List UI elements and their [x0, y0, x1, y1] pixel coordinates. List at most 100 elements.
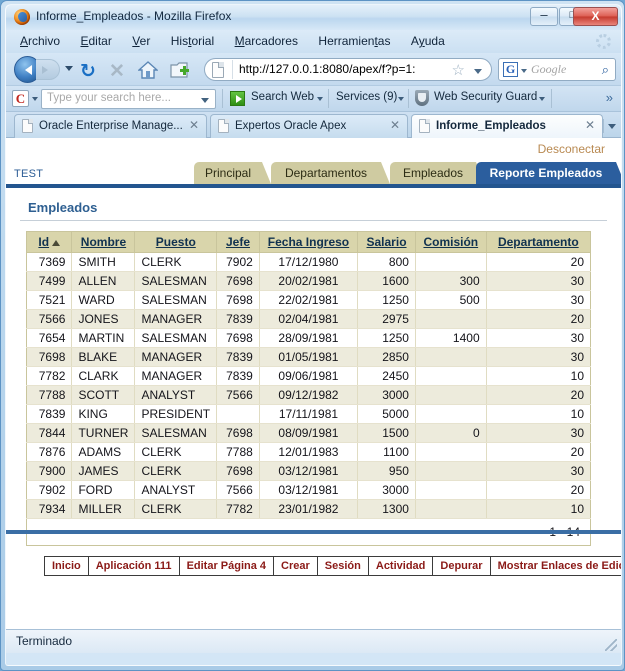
page-icon: [212, 62, 224, 78]
column-header-id[interactable]: Id: [26, 231, 73, 253]
menu-item-ver[interactable]: Ver: [124, 30, 158, 52]
browser-tab-expertos-oracle-apex[interactable]: Expertos Oracle Apex ✕: [210, 114, 408, 138]
logout-link[interactable]: Desconectar: [538, 142, 605, 156]
dev-link-editar-p-gina-4[interactable]: Editar Página 4: [180, 557, 275, 575]
apex-tab-empleados[interactable]: Empleados: [390, 162, 485, 184]
browser-window-inner: Informe_Empleados - Mozilla Firefox – □ …: [5, 4, 622, 666]
overflow-chevron-icon[interactable]: »: [606, 90, 613, 105]
table-row: 7902 FORD ANALYST 7566 03/12/1981 3000 20: [26, 480, 591, 500]
column-header-label: Fecha Ingreso: [267, 235, 350, 249]
dev-link-inicio[interactable]: Inicio: [45, 557, 89, 575]
status-text: Terminado: [16, 634, 73, 648]
reload-icon[interactable]: ↻: [80, 60, 96, 82]
cell-puesto: SALESMAN: [134, 423, 218, 443]
menu-item-ayuda[interactable]: Ayuda: [403, 30, 453, 52]
addon-search-input[interactable]: Type your search here...: [41, 89, 216, 109]
menu-item-editar[interactable]: Editar: [72, 30, 119, 52]
dev-link-actividad[interactable]: Actividad: [369, 557, 434, 575]
url-text[interactable]: http://127.0.0.1:8080/apex/f?p=1:: [239, 62, 445, 76]
dev-link-mostrar-enlaces-de-edici-n[interactable]: Mostrar Enlaces de Edición: [491, 557, 621, 575]
cell-jefe: [216, 404, 260, 424]
cell-puesto: SALESMAN: [134, 271, 218, 291]
web-security-dropdown-icon[interactable]: [539, 97, 545, 101]
page-icon: [218, 119, 229, 133]
apex-tab-departamentos[interactable]: Departamentos: [271, 162, 390, 184]
search-web-label[interactable]: Search Web: [251, 91, 314, 103]
new-tab-icon[interactable]: [170, 61, 190, 79]
addon-toolbar: C Type your search here... Search Web Se…: [6, 86, 621, 112]
comodo-brand-icon[interactable]: C: [12, 90, 29, 107]
logout-row: Desconectar: [6, 138, 621, 160]
cell-salario: 3000: [357, 385, 416, 405]
report-header-row: Id Nombre Puesto Jefe Fecha Ingreso Sala…: [26, 231, 591, 253]
cell-departamento: 10: [486, 499, 591, 519]
search-engine-dropdown-icon[interactable]: [521, 69, 527, 73]
services-dropdown-icon[interactable]: [398, 97, 404, 101]
column-header-jefe[interactable]: Jefe: [216, 231, 260, 253]
menu-item-archivo[interactable]: AArchivorchivo: [12, 30, 68, 52]
stop-icon[interactable]: ✕: [109, 60, 125, 83]
close-button[interactable]: X: [573, 7, 618, 26]
column-header-nombre[interactable]: Nombre: [71, 231, 136, 253]
column-header-label: Jefe: [225, 235, 250, 249]
column-header-comision[interactable]: Comisión: [415, 231, 487, 253]
menu-item-historial[interactable]: Historial: [163, 30, 222, 52]
shield-icon[interactable]: [415, 90, 429, 106]
services-label[interactable]: Services (9): [336, 91, 397, 103]
cell-fecha: 17/12/1980: [259, 252, 359, 272]
dev-link-sesi-n[interactable]: Sesión: [318, 557, 369, 575]
status-bar: Terminado: [6, 629, 621, 653]
search-web-dropdown-icon[interactable]: [317, 97, 323, 101]
url-bar[interactable]: http://127.0.0.1:8080/apex/f?p=1: ☆: [204, 58, 492, 81]
table-row: 7654 MARTIN SALESMAN 7698 28/09/1981 1250 1400…: [26, 328, 591, 348]
column-header-salario[interactable]: Salario: [357, 231, 416, 253]
home-icon[interactable]: [138, 61, 158, 79]
menu-item-marcadores[interactable]: Marcadores: [227, 30, 306, 52]
search-web-play-icon[interactable]: [230, 91, 245, 106]
cell-salario: 3000: [357, 480, 416, 500]
cell-comision: [415, 480, 487, 500]
apex-tab-principal[interactable]: Principal: [194, 162, 271, 184]
dev-link-aplicaci-n-111[interactable]: Aplicación 111: [89, 557, 180, 575]
addon-search-dropdown-icon[interactable]: [201, 98, 209, 103]
menu-item-herramientas[interactable]: Herramientas: [310, 30, 398, 52]
cell-jefe: 7566: [216, 385, 260, 405]
cell-fecha: 22/02/1981: [259, 290, 359, 310]
cell-fecha: 20/02/1981: [259, 271, 359, 291]
cell-nombre: JONES: [71, 309, 136, 329]
cell-fecha: 09/12/1982: [259, 385, 359, 405]
browser-tab-oracle-enterprise-manager[interactable]: Oracle Enterprise Manage... ✕: [14, 114, 207, 138]
web-security-guard-label[interactable]: Web Security Guard: [434, 91, 537, 103]
dev-link-crear[interactable]: Crear: [274, 557, 318, 575]
page-body: Empleados Id Nombre Puesto Jefe Fecha In…: [6, 188, 621, 629]
close-icon[interactable]: ✕: [585, 118, 595, 133]
comodo-dropdown-icon[interactable]: [32, 97, 38, 101]
close-icon[interactable]: ✕: [189, 118, 199, 133]
browser-tab-informe-empleados[interactable]: Informe_Empleados ✕: [411, 114, 603, 138]
url-dropdown-icon[interactable]: [474, 69, 482, 74]
cell-nombre: MILLER: [71, 499, 136, 519]
history-dropdown-icon[interactable]: [65, 66, 73, 71]
search-bar[interactable]: G Google ⌕: [498, 58, 616, 81]
cell-jefe: 7839: [216, 366, 260, 386]
bookmark-star-icon[interactable]: ☆: [452, 63, 465, 78]
resize-grip[interactable]: [605, 639, 617, 651]
cell-salario: 1100: [357, 442, 416, 462]
dev-link-depurar[interactable]: Depurar: [433, 557, 491, 575]
cell-salario: 800: [357, 252, 416, 272]
column-header-departamento[interactable]: Departamento: [486, 231, 591, 253]
cell-nombre: CLARK: [71, 366, 136, 386]
minimize-button[interactable]: –: [530, 7, 558, 26]
cell-id: 7934: [26, 499, 73, 519]
column-header-fecha-ingreso[interactable]: Fecha Ingreso: [259, 231, 359, 253]
close-icon[interactable]: ✕: [390, 118, 400, 133]
column-header-puesto[interactable]: Puesto: [134, 231, 218, 253]
search-icon[interactable]: ⌕: [602, 62, 609, 78]
apex-tab-label: Reporte Empleados: [489, 166, 603, 180]
forward-arrow-icon[interactable]: [36, 59, 60, 80]
apex-tab-reporte-empleados[interactable]: Reporte Empleados: [476, 162, 621, 184]
tab-list-dropdown-icon[interactable]: [603, 119, 617, 133]
table-row: 7499 ALLEN SALESMAN 7698 20/02/1981 1600 300 30: [26, 271, 591, 291]
cell-comision: 300: [415, 271, 487, 291]
google-icon[interactable]: G: [503, 62, 518, 77]
